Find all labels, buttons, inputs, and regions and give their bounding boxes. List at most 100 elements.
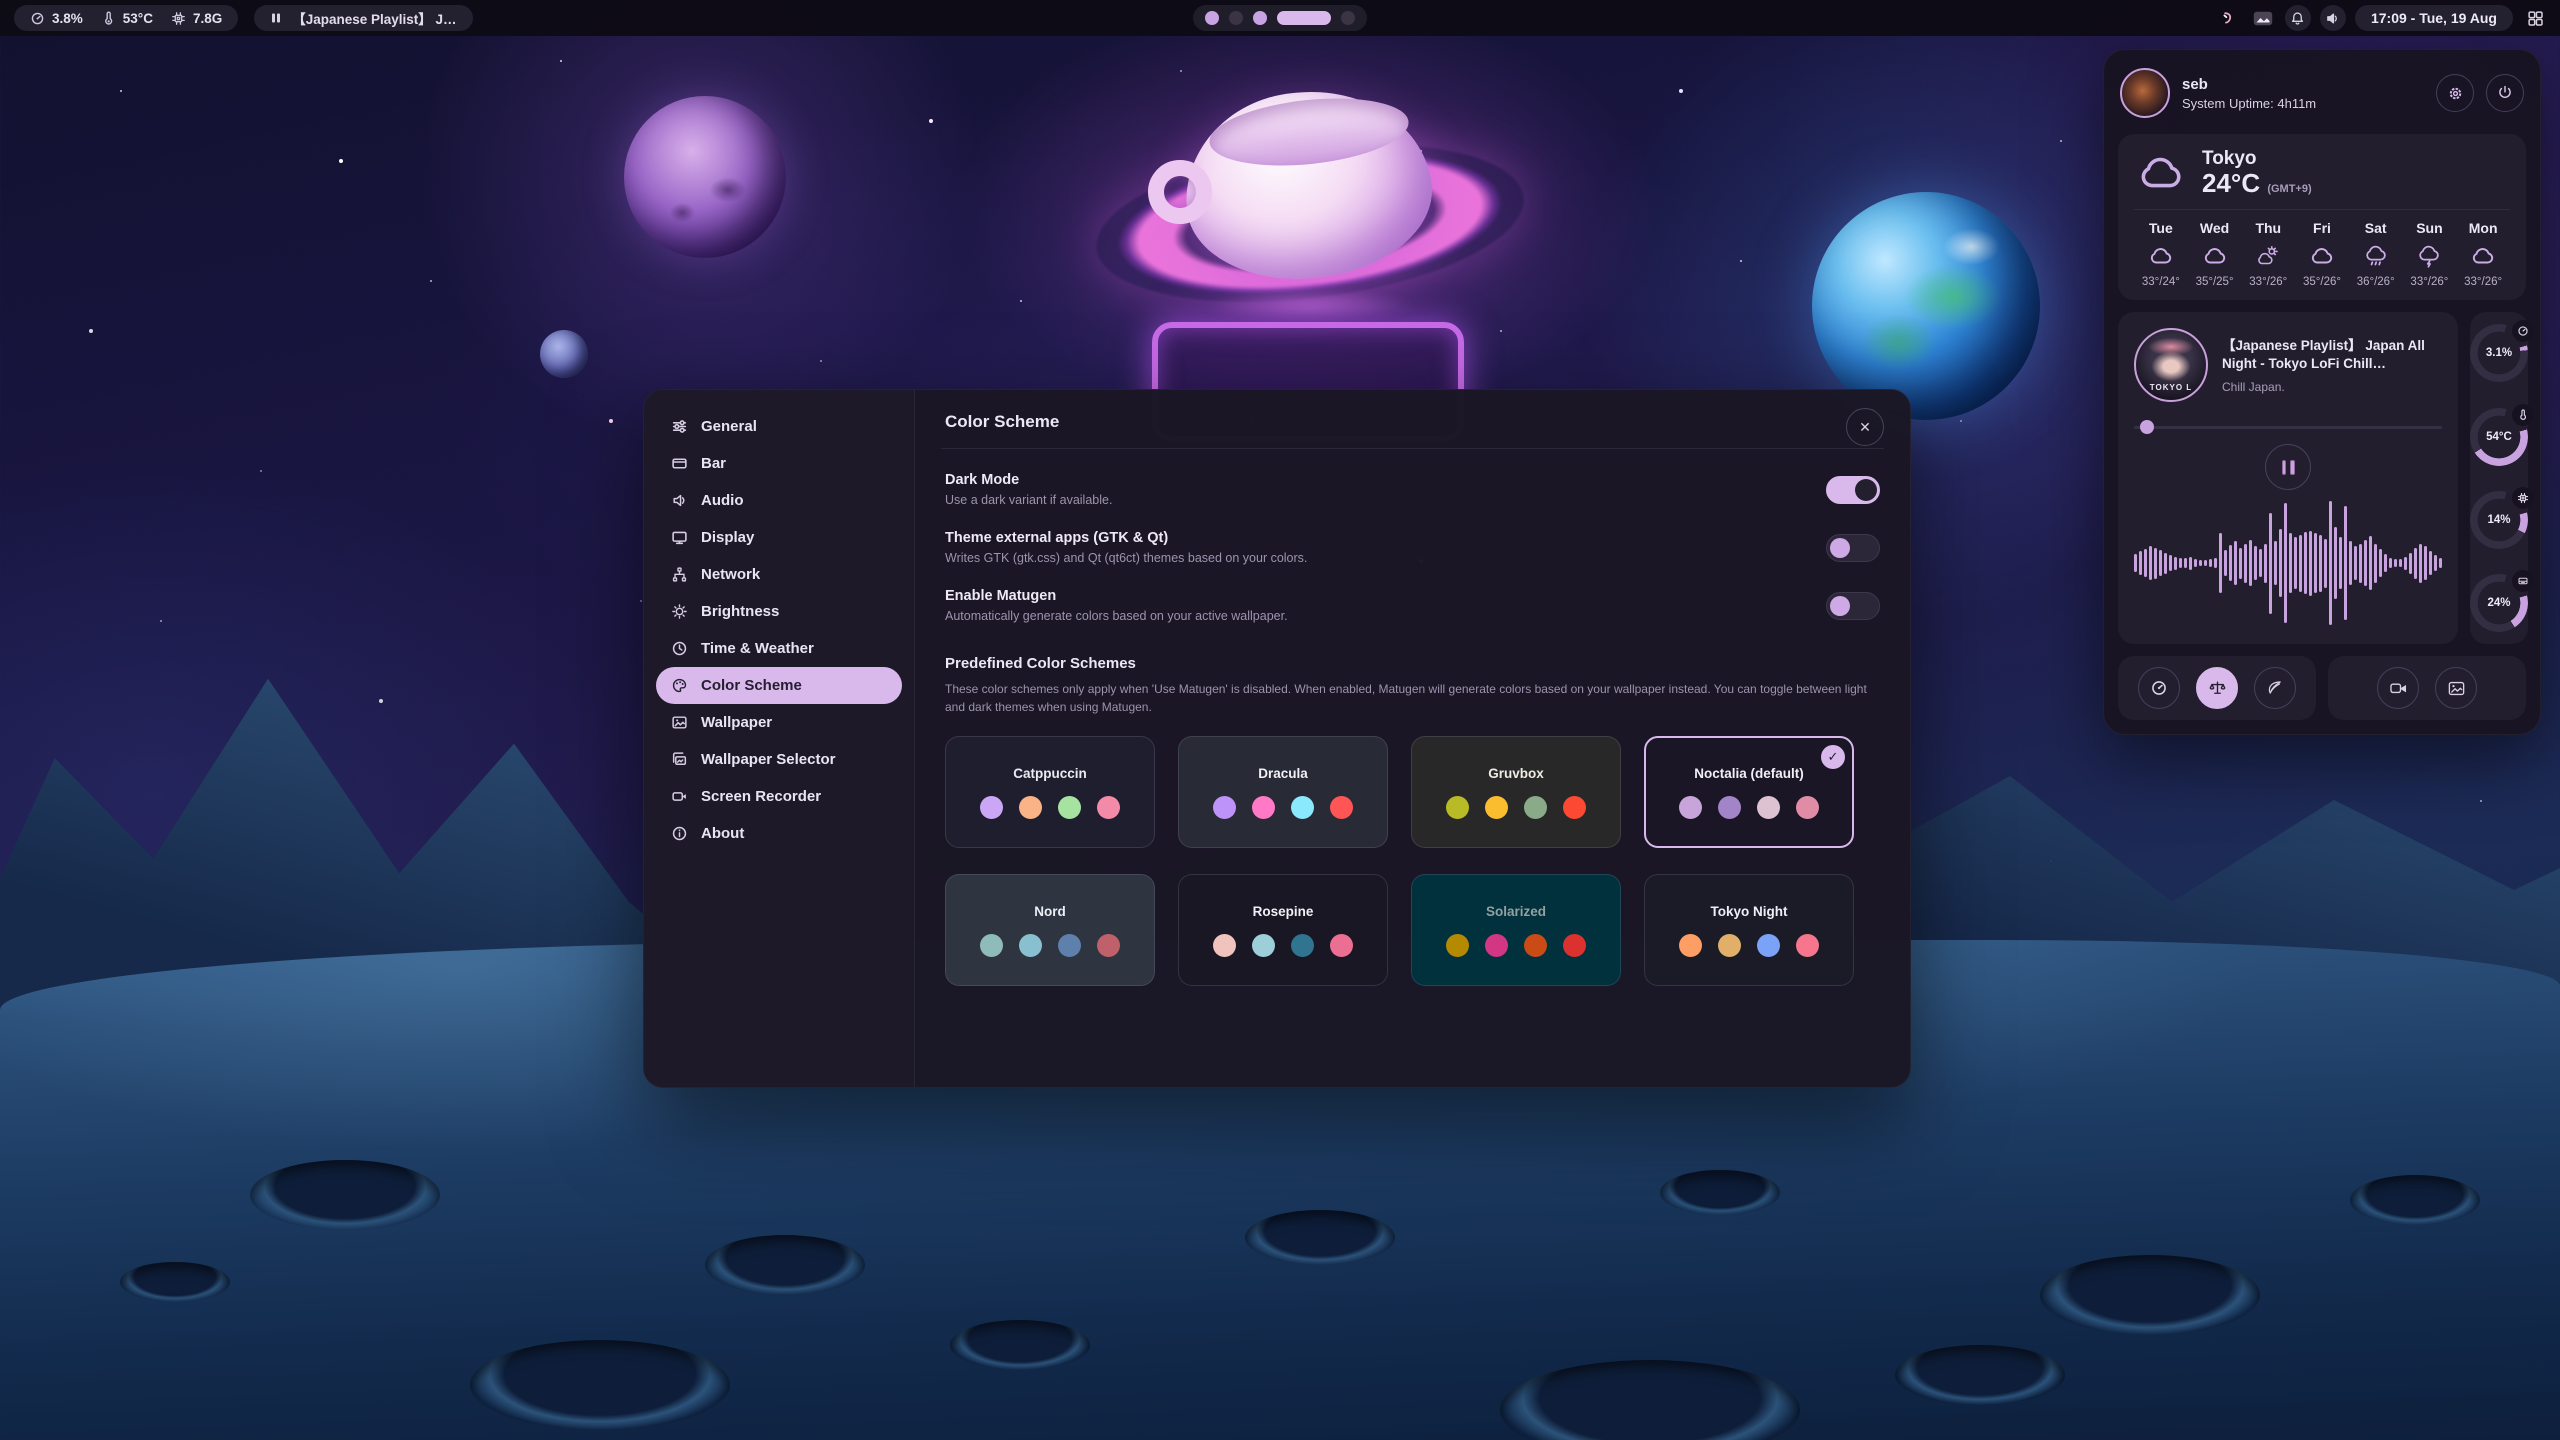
album-art[interactable]: TOKYO L [2134,328,2208,402]
sidebar-item-time-weather[interactable]: Time & Weather [656,630,902,667]
system-gauges: 3.1% 54°C 14% 24% [2470,312,2528,644]
theme-external-toggle[interactable] [1826,534,1880,562]
color-dot [1718,934,1741,957]
matugen-toggle[interactable] [1826,592,1880,620]
scheme-card-tokyo-night[interactable]: Tokyo Night [1644,874,1854,986]
forecast-temps: 33°/26° [2456,276,2510,288]
cloud-icon [2148,244,2174,268]
disk-gauge: 24% [2470,574,2528,632]
username: seb [2182,76,2424,93]
crater [2350,1175,2480,1225]
audio-visualizer [2134,498,2442,628]
progress-handle[interactable] [2140,420,2154,434]
power-saver-profile-button[interactable] [2254,667,2296,709]
media-pill[interactable]: 【Japanese Playlist】 J… [254,5,472,31]
memory-value: 7.8G [193,11,222,26]
crater [1245,1210,1395,1265]
color-dot [1679,934,1702,957]
bell-icon[interactable] [2285,5,2311,31]
scheme-card-rosepine[interactable]: Rosepine [1178,874,1388,986]
header-divider [941,448,1884,449]
color-dot [1252,796,1275,819]
workspace-dot[interactable] [1253,11,1267,25]
bar-icon [671,455,688,472]
workspace-dot[interactable] [1205,11,1219,25]
avatar[interactable] [2120,68,2170,118]
predefined-schemes-section: Predefined Color Schemes These color sch… [945,655,1880,716]
workspace-dot[interactable] [1229,11,1243,25]
wallpaper-icon [671,714,688,731]
scheme-card-nord[interactable]: Nord [945,874,1155,986]
setting-row-theme-external: Theme external apps (GTK & Qt) Writes GT… [945,530,1880,565]
media-progress[interactable] [2134,420,2442,434]
temperature-stat[interactable]: 53°C [101,11,153,26]
cpu-stat[interactable]: 3.8% [30,11,83,26]
color-dot [980,934,1003,957]
sidebar-item-network[interactable]: Network [656,556,902,593]
cloud-icon [2202,244,2228,268]
forecast-temps: 35°/26° [2295,276,2349,288]
pause-icon [2282,460,2287,475]
sidebar-item-wallpaper[interactable]: Wallpaper [656,704,902,741]
screen-recorder-button[interactable] [2377,667,2419,709]
forecast-day: Wed [2188,220,2242,236]
workspace-active-pill[interactable] [1277,11,1331,25]
color-dot [1252,934,1275,957]
sidebar-item-audio[interactable]: Audio [656,482,902,519]
scheme-grid: Catppuccin Dracula Gruvbox [945,736,1880,986]
color-dot [980,796,1003,819]
thermometer-icon [2517,409,2529,421]
sidebar-item-bar[interactable]: Bar [656,445,902,482]
chip-icon [2517,492,2529,504]
sidebar-item-color-scheme[interactable]: Color Scheme [656,667,902,704]
palette-icon [671,677,688,694]
leaf-icon [2266,679,2284,697]
balanced-profile-button[interactable] [2196,667,2238,709]
forecast-temps: 33°/26° [2241,276,2295,288]
page-title: Color Scheme [945,412,1880,432]
scheme-card-noctalia[interactable]: ✓ Noctalia (default) [1644,736,1854,848]
power-button[interactable] [2486,74,2524,112]
user-header: seb System Uptime: 4h11m [2118,64,2526,122]
rain-cloud-icon [2363,244,2389,269]
memory-stat[interactable]: 7.8G [171,11,222,26]
color-dot [1019,934,1042,957]
wallpaper-button[interactable] [2435,667,2477,709]
power-icon [2496,84,2514,102]
cpu-gauge: 3.1% [2470,324,2528,382]
crater [1895,1345,2065,1405]
pause-button[interactable] [2265,444,2311,490]
scheme-card-solarized[interactable]: Solarized [1411,874,1621,986]
weather-timezone: (GMT+9) [2267,183,2311,195]
section-description: These color schemes only apply when 'Use… [945,680,1880,716]
dark-mode-toggle[interactable] [1826,476,1880,504]
sidebar-item-general[interactable]: General [656,408,902,445]
grid-icon[interactable] [2522,5,2548,31]
sidebar-item-about[interactable]: About [656,815,902,852]
close-button[interactable]: ✕ [1846,408,1884,446]
setting-subtitle: Use a dark variant if available. [945,493,1112,507]
tray-app-icon[interactable] [2215,5,2241,31]
workspace-dot[interactable] [1341,11,1355,25]
color-dot [1097,796,1120,819]
performance-profile-button[interactable] [2138,667,2180,709]
crater [950,1320,1090,1370]
color-dot [1485,796,1508,819]
sidebar-item-wallpaper-selector[interactable]: Wallpaper Selector [656,741,902,778]
sidebar-item-display[interactable]: Display [656,519,902,556]
speaker-icon[interactable] [2320,5,2346,31]
scheme-card-gruvbox[interactable]: Gruvbox [1411,736,1621,848]
color-dot [1524,796,1547,819]
clock-pill[interactable]: 17:09 - Tue, 19 Aug [2355,5,2513,31]
section-title: Predefined Color Schemes [945,655,1880,672]
sidebar-item-screen-recorder[interactable]: Screen Recorder [656,778,902,815]
scheme-card-dracula[interactable]: Dracula [1178,736,1388,848]
scheme-card-catppuccin[interactable]: Catppuccin [945,736,1155,848]
wallpaper-tray-icon[interactable] [2250,5,2276,31]
media-player-card: TOKYO L 【Japanese Playlist】 Japan All Ni… [2118,312,2458,644]
chip-icon [171,11,186,26]
sidebar-item-brightness[interactable]: Brightness [656,593,902,630]
gauge-icon [30,11,45,26]
earth-planet [1812,192,2040,420]
settings-gear-button[interactable] [2436,74,2474,112]
